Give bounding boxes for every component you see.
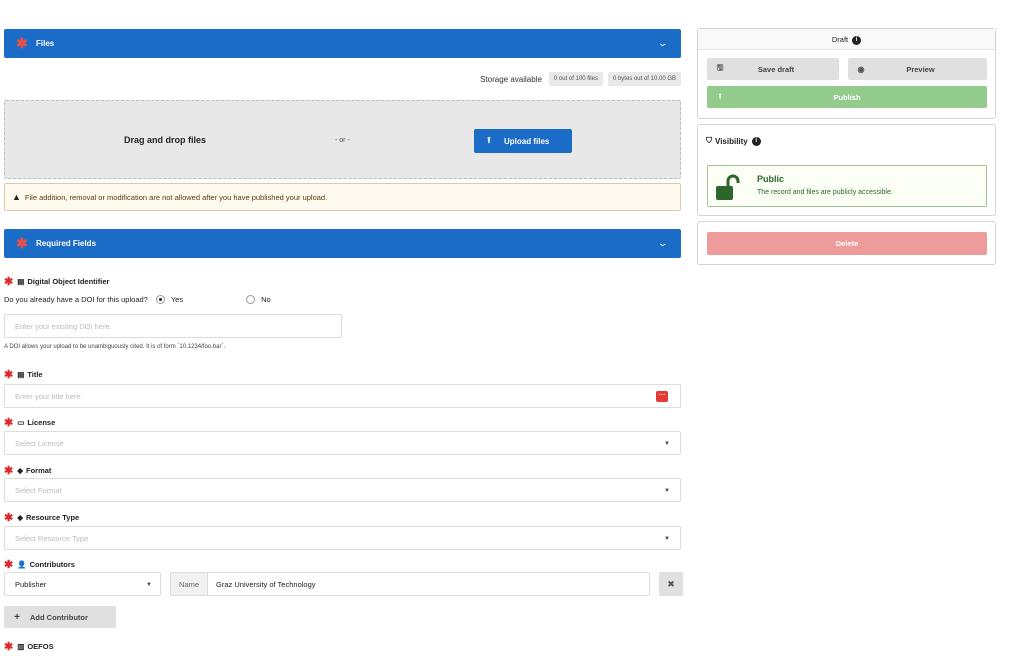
doi-no-radio[interactable] bbox=[246, 295, 256, 304]
publish-button[interactable]: ⭱ Publish bbox=[707, 86, 987, 108]
tag-icon: ◆ bbox=[17, 466, 23, 475]
required-asterisk-icon: ✱ bbox=[4, 369, 14, 381]
doi-yes-radio[interactable] bbox=[155, 295, 165, 304]
info-icon[interactable]: i bbox=[751, 136, 761, 146]
doi-placeholder: Enter your existing DOI here. bbox=[15, 321, 112, 331]
warning-icon: ▲ bbox=[12, 192, 21, 202]
contributor-role-value: Publisher bbox=[15, 579, 47, 589]
caret-down-icon: ▼ bbox=[146, 582, 152, 588]
delete-button[interactable]: Delete bbox=[707, 232, 987, 255]
caret-down-icon: ▼ bbox=[664, 536, 670, 542]
contributor-name-label: Name bbox=[171, 573, 209, 595]
delete-label: Delete bbox=[835, 239, 859, 248]
contributors-label: ✱ 👤 Contributors bbox=[4, 559, 75, 571]
required-asterisk-icon: ✱ bbox=[4, 512, 14, 524]
warning-text: File addition, removal or modification a… bbox=[24, 192, 328, 202]
or-text: - or - bbox=[335, 137, 350, 144]
chevron-down-icon[interactable]: ⌄ bbox=[658, 38, 669, 49]
close-icon: ✖ bbox=[667, 578, 675, 589]
license-label: ✱ ▭ License bbox=[4, 417, 56, 429]
user-plus-icon: 👤 bbox=[17, 560, 27, 569]
publish-warning: ▲ File addition, removal or modification… bbox=[4, 183, 681, 211]
save-icon: 🖫 bbox=[716, 63, 724, 72]
doi-question-row: Do you already have a DOI for this uploa… bbox=[4, 295, 271, 304]
file-dropzone[interactable]: Drag and drop files - or - ⭱ Upload file… bbox=[4, 100, 681, 179]
chevron-down-icon[interactable]: ⌄ bbox=[658, 238, 669, 249]
license-placeholder: Select License bbox=[15, 438, 64, 448]
draft-header: Draft i bbox=[698, 29, 995, 50]
doi-label: ✱ ▤ Digital Object Identifier bbox=[4, 276, 110, 288]
upload-icon: ⭱ bbox=[487, 135, 491, 145]
required-asterisk-icon: ✱ bbox=[4, 276, 14, 288]
save-draft-label: Save draft bbox=[757, 64, 795, 74]
preview-button[interactable]: ◉ Preview bbox=[848, 58, 987, 80]
resource-type-label: ✱ ◆ Resource Type bbox=[4, 512, 80, 524]
required-asterisk-icon: ✱ bbox=[4, 465, 14, 477]
doi-question: Do you already have a DOI for this uploa… bbox=[4, 295, 148, 304]
eye-icon: ◉ bbox=[857, 64, 865, 74]
required-asterisk-icon: ✱ bbox=[16, 235, 28, 251]
doi-no-label: No bbox=[261, 295, 271, 304]
delete-card: Delete bbox=[697, 221, 996, 265]
title-label: ✱ ▤ Title bbox=[4, 369, 43, 381]
contributor-role-select[interactable]: Publisher ▼ bbox=[4, 572, 161, 596]
draft-card: Draft i 🖫 Save draft ◉ Preview ⭱ Publish bbox=[697, 28, 996, 119]
bytes-count-badge: 0 bytes out of 10.00 GB bbox=[607, 72, 681, 86]
title-input[interactable]: Enter your title here. ··· bbox=[4, 384, 681, 408]
title-placeholder: Enter your title here. bbox=[15, 391, 83, 401]
barcode-icon: ▥ bbox=[17, 642, 25, 651]
save-draft-button[interactable]: 🖫 Save draft bbox=[707, 58, 839, 80]
resource-type-select[interactable]: Select Resource Type ▼ bbox=[4, 526, 681, 550]
add-contributor-button[interactable]: + Add Contributor bbox=[4, 606, 116, 628]
format-placeholder: Select Format bbox=[15, 485, 62, 495]
publish-label: Publish bbox=[833, 92, 861, 102]
resource-type-placeholder: Select Resource Type bbox=[15, 533, 89, 543]
contributor-name-value: Graz University of Technology bbox=[216, 579, 316, 589]
files-section-header[interactable]: ✱ Files ⌄ bbox=[4, 29, 681, 58]
text-icon: ▤ bbox=[17, 370, 25, 379]
required-asterisk-icon: ✱ bbox=[4, 417, 14, 429]
required-asterisk-icon: ✱ bbox=[4, 559, 14, 571]
storage-info: Storage available 0 out of 100 files 0 b… bbox=[480, 72, 681, 86]
public-description: The record and files are publicly access… bbox=[757, 189, 893, 196]
files-count-badge: 0 out of 100 files bbox=[548, 72, 603, 86]
doi-yes-label: Yes bbox=[170, 295, 184, 304]
tag-icon: ◆ bbox=[17, 513, 23, 522]
barcode-icon: ▤ bbox=[17, 277, 25, 286]
drag-drop-text: Drag and drop files bbox=[124, 135, 207, 145]
required-asterisk-icon: ✱ bbox=[4, 641, 14, 653]
plus-icon: + bbox=[14, 611, 20, 623]
required-fields-title: Required Fields bbox=[36, 239, 97, 248]
add-contributor-label: Add Contributor bbox=[30, 612, 88, 622]
info-icon[interactable]: i bbox=[852, 35, 862, 45]
visibility-title: Visibility bbox=[715, 136, 748, 146]
format-label: ✱ ◆ Format bbox=[4, 465, 52, 477]
upload-files-button[interactable]: ⭱ Upload files bbox=[474, 129, 572, 153]
upload-files-label: Upload files bbox=[504, 136, 550, 146]
visibility-header: ⛉ Visibility i bbox=[706, 136, 761, 146]
doi-hint: A DOI allows your upload to be unambiguo… bbox=[4, 344, 226, 350]
files-section-title: Files bbox=[36, 39, 55, 48]
caret-down-icon: ▼ bbox=[664, 441, 670, 447]
required-fields-header[interactable]: ✱ Required Fields ⌄ bbox=[4, 229, 681, 258]
public-title: Public bbox=[757, 174, 785, 184]
id-card-icon: ▭ bbox=[17, 418, 25, 427]
draft-title: Draft bbox=[831, 35, 849, 44]
visibility-card: ⛉ Visibility i Public The record and fil… bbox=[697, 124, 996, 216]
more-options-icon[interactable]: ··· bbox=[656, 391, 668, 402]
license-select[interactable]: Select License ▼ bbox=[4, 431, 681, 455]
upload-icon: ⭱ bbox=[718, 91, 722, 101]
caret-down-icon: ▼ bbox=[664, 488, 670, 494]
public-status-box: Public The record and files are publicly… bbox=[707, 165, 987, 207]
storage-label: Storage available bbox=[480, 74, 542, 84]
unlock-icon bbox=[716, 174, 740, 200]
required-asterisk-icon: ✱ bbox=[16, 35, 28, 51]
format-select[interactable]: Select Format ▼ bbox=[4, 478, 681, 502]
remove-contributor-button[interactable]: ✖ bbox=[659, 572, 683, 596]
oefos-label: ✱ ▥ OEFOS bbox=[4, 641, 54, 653]
contributor-name-input[interactable]: Name Graz University of Technology bbox=[170, 572, 650, 596]
preview-label: Preview bbox=[906, 64, 935, 74]
doi-input[interactable]: Enter your existing DOI here. bbox=[4, 314, 342, 338]
shield-icon: ⛉ bbox=[706, 136, 712, 145]
